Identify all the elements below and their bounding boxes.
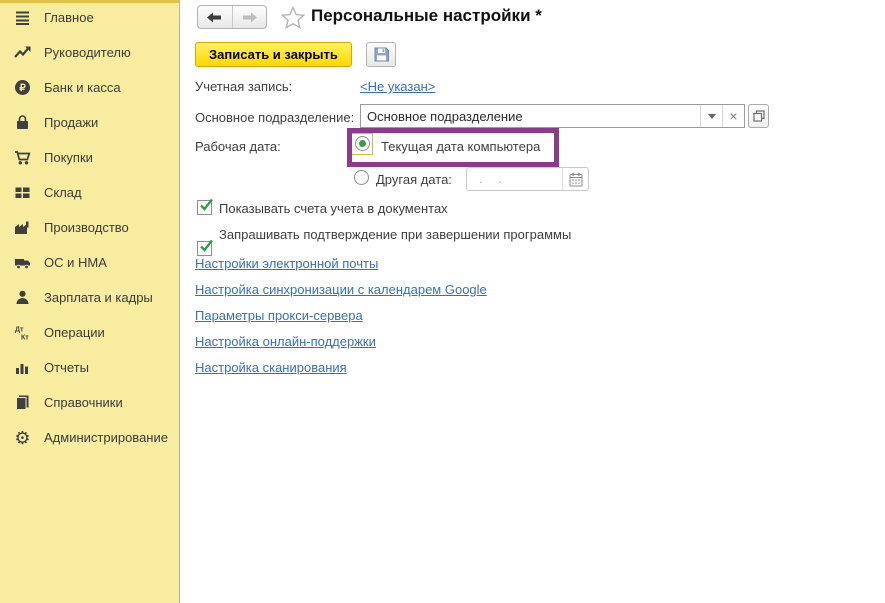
sidebar-item-purchases[interactable]: Покупки — [0, 140, 179, 175]
sidebar-item-production[interactable]: Производство — [0, 210, 179, 245]
check-icon — [198, 238, 214, 254]
gear-icon: ⚙ — [13, 428, 32, 447]
link-scanning-settings[interactable]: Настройка сканирования — [195, 360, 347, 375]
checkbox-show-accounts[interactable] — [197, 200, 212, 215]
sidebar-item-sales[interactable]: Продажи — [0, 105, 179, 140]
sidebar-item-label: Справочники — [44, 395, 123, 410]
sidebar-item-bank-cash[interactable]: ₽ Банк и касса — [0, 70, 179, 105]
close-icon: × — [729, 109, 737, 123]
svg-text:Кт: Кт — [21, 335, 29, 342]
other-date-input[interactable]: . . — [467, 168, 562, 190]
sidebar-item-label: Отчеты — [44, 360, 89, 375]
checkbox-confirm-exit-label: Запрашивать подтверждение при завершении… — [219, 227, 571, 242]
sidebar-item-label: ОС и НМА — [44, 255, 107, 270]
department-field-group: × — [360, 104, 745, 128]
save-and-close-button[interactable]: Записать и закрыть — [195, 42, 352, 67]
ruble-icon: ₽ — [13, 78, 32, 97]
account-label: Учетная запись: — [195, 79, 292, 94]
page-title: Персональные настройки * — [311, 6, 542, 26]
sidebar-menu: Главное Руководителю ₽ Банк и касса Прод… — [0, 0, 179, 455]
department-open-button[interactable] — [748, 104, 769, 128]
app-window: Главное Руководителю ₽ Банк и касса Прод… — [0, 0, 885, 603]
save-icon-button[interactable] — [366, 42, 396, 67]
grid-icon — [13, 183, 32, 202]
floppy-icon — [373, 46, 390, 63]
chevron-down-icon — [708, 114, 716, 119]
sidebar-item-warehouse[interactable]: Склад — [0, 175, 179, 210]
calendar-icon — [569, 172, 583, 187]
books-icon — [13, 393, 32, 412]
sidebar-item-label: Покупки — [44, 150, 93, 165]
forward-button[interactable] — [232, 6, 267, 28]
department-dropdown-button[interactable] — [700, 105, 722, 127]
department-input[interactable] — [361, 105, 700, 127]
sidebar-item-fixed-assets[interactable]: ОС и НМА — [0, 245, 179, 280]
radio-other-date-label: Другая дата: — [376, 172, 452, 187]
sidebar: Главное Руководителю ₽ Банк и касса Прод… — [0, 0, 180, 603]
sidebar-item-label: Главное — [44, 10, 94, 25]
sidebar-item-directories[interactable]: Справочники — [0, 385, 179, 420]
radio-current-date-label: Текущая дата компьютера — [381, 139, 540, 154]
department-clear-button[interactable]: × — [722, 105, 744, 127]
sidebar-item-operations[interactable]: ДтКт Операции — [0, 315, 179, 350]
sidebar-item-label: Зарплата и кадры — [44, 290, 153, 305]
link-online-support[interactable]: Настройка онлайн-поддержки — [195, 334, 376, 349]
radio-current-date[interactable] — [355, 136, 370, 151]
sidebar-item-salary-hr[interactable]: Зарплата и кадры — [0, 280, 179, 315]
svg-text:Дт: Дт — [15, 327, 24, 334]
favorite-star-icon[interactable] — [280, 5, 306, 29]
sidebar-item-label: Производство — [44, 220, 129, 235]
radio-selected-dot — [359, 140, 366, 147]
sidebar-item-administration[interactable]: ⚙ Администрирование — [0, 420, 179, 455]
link-google-calendar-sync[interactable]: Настройка синхронизации с календарем Goo… — [195, 282, 487, 297]
other-date-field-group: . . — [466, 167, 589, 191]
radio-other-date[interactable] — [354, 170, 369, 185]
sidebar-item-reports[interactable]: Отчеты — [0, 350, 179, 385]
checkbox-show-accounts-label: Показывать счета учета в документах — [219, 201, 448, 216]
history-nav-group — [197, 5, 267, 29]
department-label: Основное подразделение: — [195, 110, 354, 125]
back-button[interactable] — [198, 6, 232, 28]
sidebar-item-label: Руководителю — [44, 45, 131, 60]
account-link[interactable]: <Не указан> — [360, 79, 435, 94]
working-date-label: Рабочая дата: — [195, 139, 281, 154]
factory-icon — [13, 218, 32, 237]
sidebar-item-label: Банк и касса — [44, 80, 121, 95]
checkbox-confirm-exit[interactable] — [197, 241, 212, 256]
sidebar-item-label: Администрирование — [44, 430, 168, 445]
sidebar-item-manager[interactable]: Руководителю — [0, 35, 179, 70]
check-icon — [198, 197, 214, 213]
menu-icon — [13, 8, 32, 27]
link-email-settings[interactable]: Настройки электронной почты — [195, 256, 378, 271]
link-proxy-settings[interactable]: Параметры прокси-сервера — [195, 308, 363, 323]
trend-icon — [13, 43, 32, 62]
svg-text:₽: ₽ — [19, 83, 26, 94]
sidebar-item-label: Операции — [44, 325, 105, 340]
sidebar-item-main[interactable]: Главное — [0, 0, 179, 35]
cart-icon — [13, 148, 32, 167]
bar-chart-icon — [13, 358, 32, 377]
open-in-form-icon — [753, 110, 765, 122]
debit-credit-icon: ДтКт — [13, 323, 32, 342]
calendar-button[interactable] — [562, 168, 588, 190]
truck-icon — [13, 253, 32, 272]
sidebar-item-label: Склад — [44, 185, 82, 200]
person-icon — [13, 288, 32, 307]
sidebar-item-label: Продажи — [44, 115, 98, 130]
shopping-bag-icon — [13, 113, 32, 132]
